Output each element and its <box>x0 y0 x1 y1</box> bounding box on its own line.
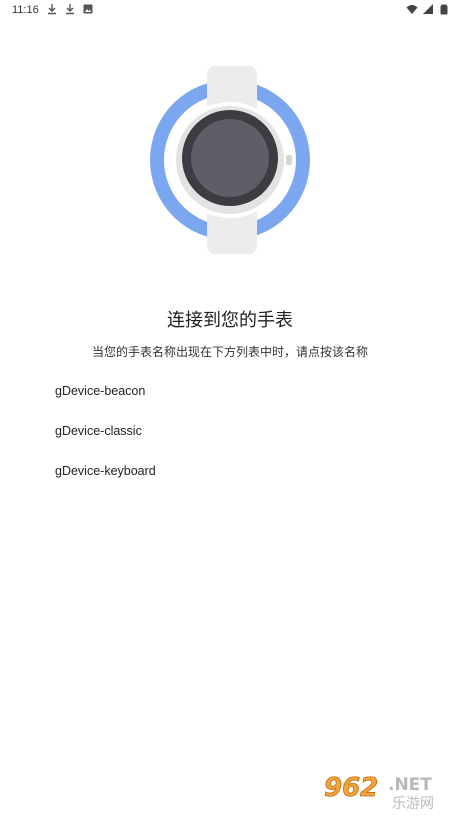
system-icons <box>406 3 450 15</box>
status-bar: 11:16 <box>0 0 460 22</box>
wifi-icon <box>406 3 418 15</box>
watermark-cn: 乐游网 <box>392 796 434 812</box>
screen: 11:16 连接到您的手表 当您的手表名称出现在下方列表中时，请点按该名称 gD… <box>0 0 460 817</box>
signal-icon <box>422 3 434 15</box>
download-icon <box>46 3 58 15</box>
notification-icons <box>46 3 94 15</box>
status-time: 11:16 <box>12 4 39 16</box>
download-icon <box>64 3 76 15</box>
device-item-beacon[interactable]: gDevice-beacon <box>0 372 460 412</box>
page-title: 连接到您的手表 <box>167 310 293 331</box>
device-item-keyboard[interactable]: gDevice-keyboard <box>0 452 460 492</box>
device-item-classic[interactable]: gDevice-classic <box>0 412 460 452</box>
watermark-number: 962 <box>324 773 378 803</box>
battery-icon <box>438 3 450 15</box>
watermark-suffix: .NET <box>388 775 432 795</box>
watermark-logo: 962 .NET 乐游网 <box>320 770 454 812</box>
page-subtitle: 当您的手表名称出现在下方列表中时，请点按该名称 <box>91 345 368 359</box>
device-list: gDevice-beacon gDevice-classic gDevice-k… <box>0 372 460 492</box>
photo-icon <box>82 3 94 15</box>
smartwatch-icon <box>150 66 310 254</box>
